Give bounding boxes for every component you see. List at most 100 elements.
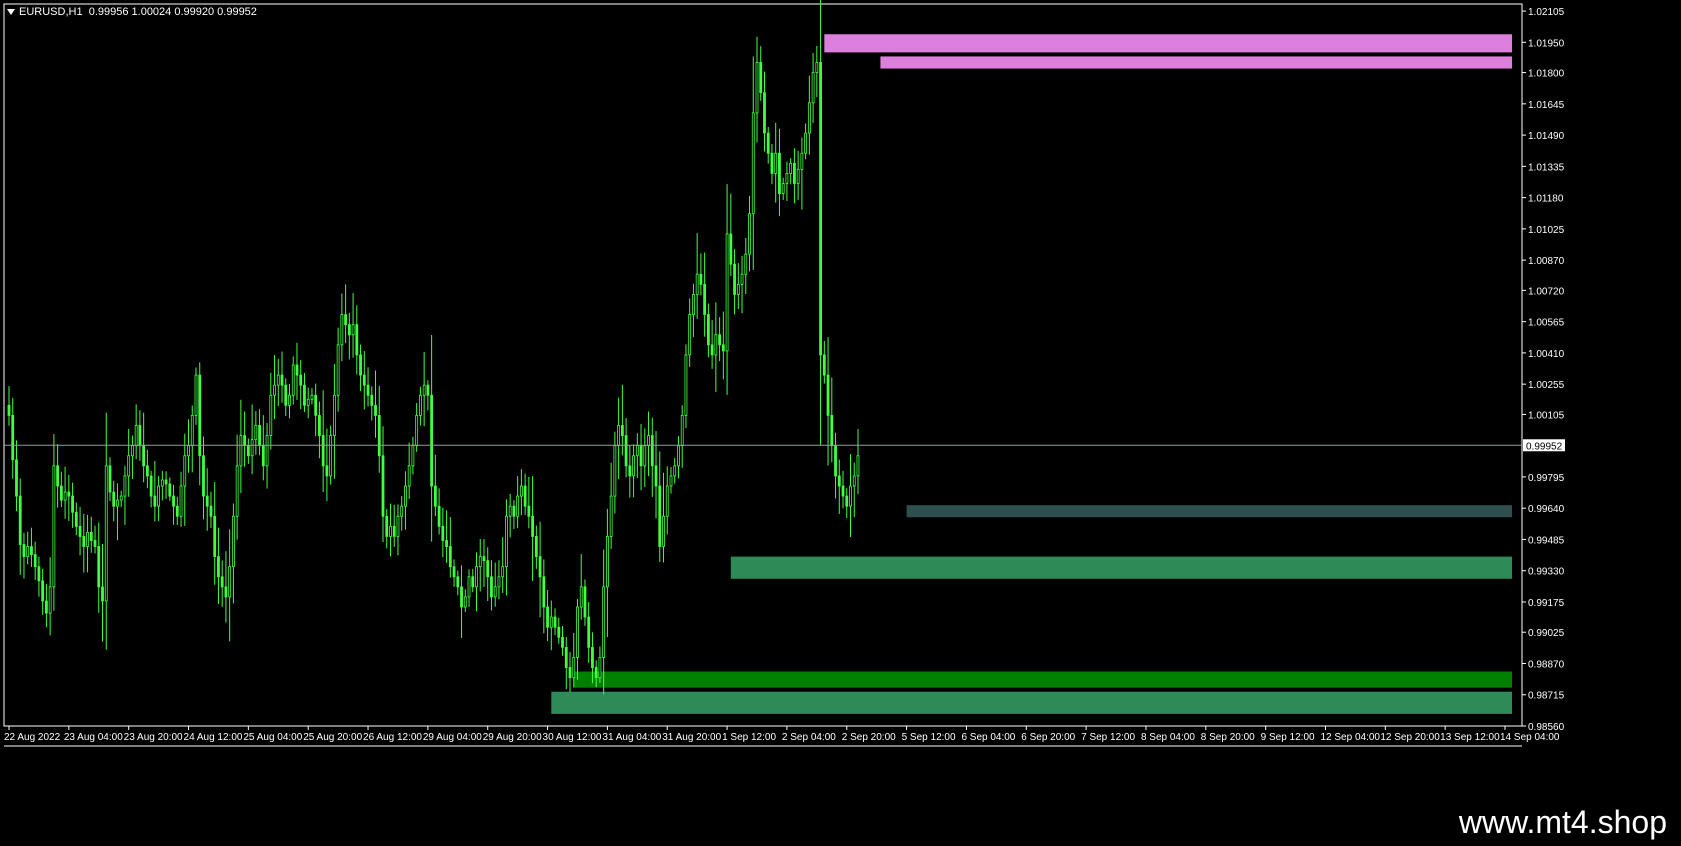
candle-body — [228, 566, 232, 598]
y-tick-label: 1.02105 — [1528, 7, 1565, 18]
y-tick-label: 0.99025 — [1528, 628, 1565, 639]
candle-body — [175, 505, 179, 517]
candle-body — [56, 465, 60, 487]
candle-body — [849, 485, 852, 507]
candle-body — [452, 566, 456, 578]
candle-body — [602, 586, 606, 658]
x-tick-label: 8 Sep 04:00 — [1141, 732, 1195, 743]
candle-body — [97, 546, 101, 588]
x-tick-label: 26 Aug 12:00 — [363, 732, 422, 743]
dropdown-triangle-icon[interactable] — [7, 9, 15, 16]
y-tick-label: 0.99175 — [1528, 598, 1565, 609]
candle-body — [74, 511, 78, 527]
candle-body — [78, 525, 82, 537]
candle-body — [437, 505, 441, 527]
chart-window[interactable]: 1.02105 1.01950 1.01800 1.01645 1.01490 1.013… — [0, 0, 1681, 800]
x-tick-label: 12 Sep 04:00 — [1320, 732, 1380, 743]
candle-body — [650, 435, 654, 467]
candle-body — [295, 364, 299, 376]
footer-bar — [0, 800, 1681, 846]
candle-body — [505, 515, 508, 568]
candle-body — [658, 485, 662, 547]
price-chart[interactable]: 1.02105 1.01950 1.01800 1.01645 1.01490 1.013… — [0, 0, 1681, 800]
candle-body — [804, 132, 808, 154]
candle-body — [635, 445, 639, 457]
x-tick-label: 29 Aug 20:00 — [483, 732, 542, 743]
candle-body — [684, 354, 688, 416]
candle-body — [460, 586, 463, 608]
candle-body — [336, 344, 340, 396]
x-tick-label: 12 Sep 20:00 — [1380, 732, 1440, 743]
y-tick-label: 1.01025 — [1528, 225, 1565, 236]
candle-body — [546, 606, 549, 628]
candle-body — [736, 283, 740, 295]
candle-body — [329, 435, 333, 477]
candle-body — [822, 354, 826, 376]
candle-body — [781, 183, 785, 194]
x-tick-label: 7 Sep 12:00 — [1081, 732, 1135, 743]
candle-body — [377, 415, 381, 457]
candle-body — [744, 253, 748, 275]
candle-body — [86, 531, 89, 547]
candle-body — [733, 263, 736, 295]
candle-body — [299, 374, 303, 386]
candle-body — [628, 465, 632, 477]
zone-demand-5 — [551, 691, 1512, 714]
y-tick-label: 1.00255 — [1528, 380, 1565, 391]
y-tick-label: 1.00720 — [1528, 286, 1565, 297]
candle-body — [606, 536, 609, 588]
candle-body — [725, 233, 729, 352]
y-tick-label: 0.99640 — [1528, 504, 1565, 515]
candle-body — [59, 485, 63, 501]
zone-demand-3 — [730, 556, 1512, 579]
candle-body — [332, 394, 336, 436]
candle-body — [22, 544, 26, 557]
candle-body — [819, 62, 822, 356]
candle-body — [396, 515, 400, 537]
candle-body — [224, 586, 228, 598]
candle-body — [276, 374, 280, 386]
plot-frame — [3, 3, 1523, 727]
candle-body — [362, 374, 366, 386]
candle-body — [243, 435, 247, 447]
x-tick-label: 30 Aug 12:00 — [543, 732, 602, 743]
candle-body — [123, 475, 127, 497]
x-tick-label: 2 Sep 04:00 — [782, 732, 836, 743]
candle-body — [30, 546, 33, 555]
candle-body — [583, 586, 587, 618]
candle-body — [41, 580, 45, 602]
candle-body — [482, 556, 486, 562]
candle-body — [142, 445, 146, 467]
x-tick-label: 6 Sep 20:00 — [1021, 732, 1075, 743]
candle-body — [149, 475, 153, 497]
x-tick-label: 8 Sep 20:00 — [1201, 732, 1255, 743]
candle-body — [662, 515, 665, 547]
candle-body — [852, 475, 856, 487]
candle-body — [261, 445, 265, 467]
candle-body — [145, 465, 149, 477]
candle-body — [258, 425, 261, 447]
x-tick-label: 14 Sep 04:00 — [1500, 732, 1560, 743]
candle-body — [807, 102, 811, 134]
y-tick-label: 1.01950 — [1528, 38, 1565, 49]
candle-body — [456, 576, 460, 588]
candle-body — [303, 384, 306, 406]
candle-body — [770, 152, 774, 174]
candle-body — [411, 445, 415, 467]
candle-body — [67, 491, 71, 497]
candle-body — [740, 273, 744, 285]
candle-body — [620, 425, 624, 436]
candle-body — [246, 445, 250, 457]
candle-body — [340, 314, 344, 346]
candle-body — [534, 536, 538, 557]
candle-body — [665, 485, 669, 517]
candle-body — [639, 445, 643, 467]
candle-body — [430, 394, 434, 487]
candle-body — [598, 657, 602, 678]
candle-body — [198, 374, 202, 457]
candle-body — [415, 415, 419, 447]
candle-body — [254, 425, 258, 441]
candle-body — [172, 495, 175, 507]
candle-body — [63, 491, 67, 501]
candle-body — [692, 294, 695, 315]
